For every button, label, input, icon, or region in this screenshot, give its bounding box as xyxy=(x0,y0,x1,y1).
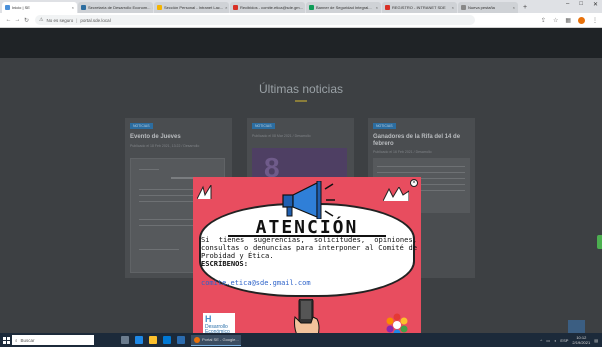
new-tab-button[interactable]: + xyxy=(519,2,531,13)
clock-date: 2/19/2021 xyxy=(572,340,591,345)
notifications-icon[interactable]: ▤ xyxy=(594,338,598,343)
taskbar-active-window[interactable]: Portal SE - Google... xyxy=(191,334,241,346)
gmail-icon xyxy=(233,5,238,10)
close-window-button[interactable]: ✕ xyxy=(593,1,598,8)
scroll-to-top-button[interactable] xyxy=(568,320,585,333)
popup-message: Si tienes sugerencias, solicitudes, opin… xyxy=(201,236,417,268)
browser-tab[interactable]: Inicio | SE × xyxy=(2,2,77,13)
maximize-button[interactable]: □ xyxy=(579,1,583,8)
url-text: portal.sde.local xyxy=(80,17,111,23)
outlook-icon[interactable] xyxy=(177,336,185,344)
browser-tab[interactable]: Nueva pestaña × xyxy=(458,2,518,13)
reload-icon[interactable]: ↻ xyxy=(22,17,31,24)
news-meta: Publicado el 16 Feb 2021 / Desarrollo xyxy=(373,150,432,154)
address-bar: ← → ↻ ⚠ No es seguro | portal.sde.local … xyxy=(0,13,602,28)
url-input[interactable]: ⚠ No es seguro | portal.sde.local xyxy=(35,15,475,25)
burst-decoration-icon xyxy=(383,187,409,201)
search-icon: ⌕ xyxy=(15,337,18,343)
clock[interactable]: 10:12 2/19/2021 xyxy=(572,335,590,345)
email-link[interactable]: comite.etica@sde.gmail.com xyxy=(201,279,311,287)
cta-text: ESCRÍBENOS: xyxy=(201,259,248,268)
window-controls: – □ ✕ xyxy=(566,1,598,8)
share-icon[interactable]: ⇪ xyxy=(541,17,546,24)
network-icon[interactable]: ▭ xyxy=(546,338,550,343)
site-favicon-icon xyxy=(157,5,162,10)
profile-avatar[interactable] xyxy=(578,16,585,24)
volume-icon[interactable]: ◖ xyxy=(554,338,556,343)
browser-tab[interactable]: Sección Personal - Intranet Lac... × xyxy=(154,2,229,13)
browser-tab[interactable]: REGISTRO - INTRANET SDE × xyxy=(382,2,457,13)
news-tag[interactable]: NOTICIAS xyxy=(373,123,396,129)
site-favicon-icon xyxy=(5,5,10,10)
menu-kebab-icon[interactable]: ⋮ xyxy=(592,17,598,24)
sheets-icon xyxy=(309,5,314,10)
browser-tab[interactable]: Secretaría de Desarrollo Econom...× xyxy=(78,2,153,13)
new-tab-page-icon xyxy=(461,5,466,10)
news-tag[interactable]: NOTICIAS xyxy=(130,123,153,129)
system-tray: ^ ▭ ◖ ESP 10:12 2/19/2021 ▤ xyxy=(540,335,602,345)
bookmark-star-icon[interactable]: ☆ xyxy=(553,17,558,24)
search-placeholder: Buscar xyxy=(20,337,35,343)
megaphone-icon xyxy=(282,181,335,219)
close-tab-icon[interactable]: × xyxy=(150,5,153,10)
windows-start-icon[interactable] xyxy=(0,333,12,347)
forward-arrow-icon[interactable]: → xyxy=(13,17,22,23)
news-tag[interactable]: NOTICIAS xyxy=(252,123,275,129)
toolbar-actions: ⇪ ☆ ▦ ⋮ xyxy=(541,16,598,24)
chrome-icon xyxy=(194,336,200,343)
browser-tab[interactable]: Recibidos - comite.etica@sde.gm...× xyxy=(230,2,305,13)
side-feedback-tab[interactable] xyxy=(597,235,602,249)
section-title: Últimas noticias xyxy=(258,82,344,96)
close-tab-icon[interactable]: × xyxy=(303,5,306,10)
news-meta: Publicado el 18 Feb 2021, 13:22 / Desarr… xyxy=(130,144,200,148)
close-icon[interactable]: × xyxy=(410,179,418,187)
taskbar-search-input[interactable]: ⌕ Buscar xyxy=(12,335,94,345)
pinned-apps xyxy=(121,336,185,344)
chevron-up-icon[interactable]: ^ xyxy=(540,338,542,343)
burst-decoration-icon xyxy=(197,185,212,199)
store-icon[interactable] xyxy=(163,336,171,344)
task-view-icon[interactable] xyxy=(121,336,129,344)
news-title[interactable]: Evento de Jueves xyxy=(130,134,228,141)
message-text: Si tienes sugerencias, solicitudes, opin… xyxy=(201,235,417,260)
windows-taskbar: ⌕ Buscar Portal SE - Google... ^ ▭ ◖ ESP… xyxy=(0,333,602,347)
close-tab-icon[interactable]: × xyxy=(450,5,454,10)
logo-letter: H xyxy=(205,314,212,324)
language-indicator[interactable]: ESP xyxy=(560,338,568,343)
browser-tab-strip: Inicio | SE × Secretaría de Desarrollo Ec… xyxy=(0,0,602,13)
close-tab-icon[interactable]: × xyxy=(70,5,74,10)
hero-banner xyxy=(0,28,602,58)
close-tab-icon[interactable]: × xyxy=(223,5,227,10)
title-underline xyxy=(295,100,307,102)
site-favicon-icon xyxy=(385,5,390,10)
news-meta: Publicado el 08 Mar 2021 / Desarrollo xyxy=(252,134,311,138)
news-title[interactable]: Ganadores de la Rifa del 14 de febrero xyxy=(373,134,471,148)
warning-icon[interactable]: ⚠ xyxy=(39,17,43,23)
close-tab-icon[interactable]: × xyxy=(374,5,378,10)
extensions-icon[interactable]: ▦ xyxy=(565,17,571,24)
back-arrow-icon[interactable]: ← xyxy=(4,17,13,23)
site-favicon-icon xyxy=(81,5,86,10)
edge-icon[interactable] xyxy=(135,336,143,344)
close-tab-icon[interactable]: × xyxy=(511,5,515,10)
file-explorer-icon[interactable] xyxy=(149,336,157,344)
browser-tab[interactable]: Banner de Seguridad Integral... × xyxy=(306,2,381,13)
url-separator: | xyxy=(76,17,78,23)
phone-in-hand-icon xyxy=(294,299,320,337)
attention-popup: × ATENCIÓN Si tienes sugerencias, solici… xyxy=(193,177,421,337)
minimize-button[interactable]: – xyxy=(566,1,569,8)
security-label: No es seguro xyxy=(46,17,74,23)
